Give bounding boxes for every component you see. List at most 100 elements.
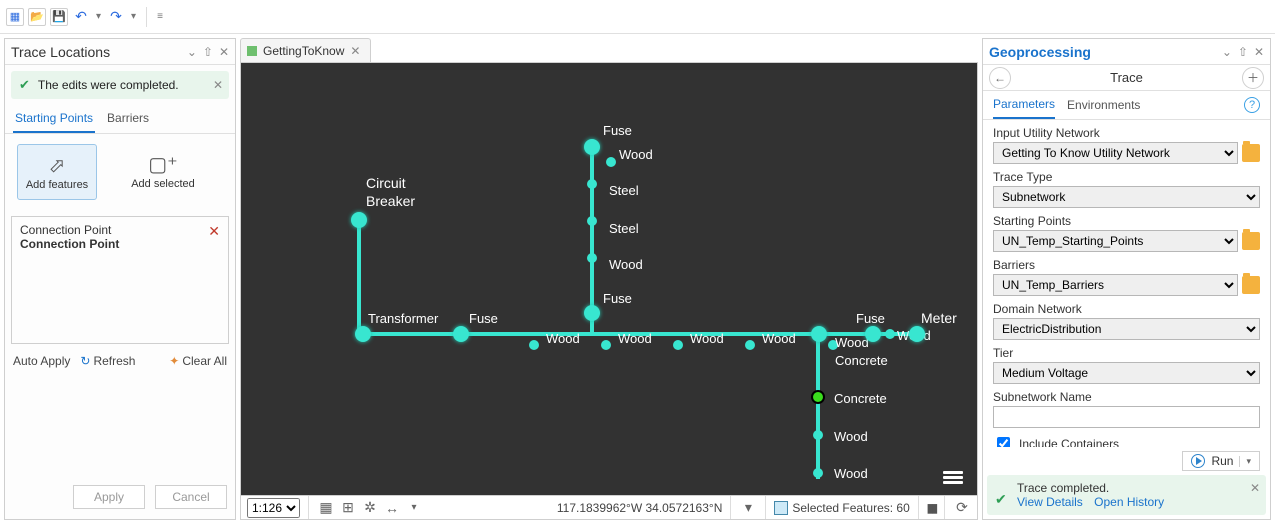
add-selected-button[interactable]: ▢⁺ Add selected bbox=[123, 144, 203, 198]
refresh-button[interactable]: ↻Refresh bbox=[80, 354, 135, 368]
snap-icon[interactable]: ▦ bbox=[317, 499, 335, 517]
map-tab[interactable]: GettingToKnow ✕ bbox=[240, 38, 371, 62]
auto-apply-toggle[interactable]: Auto Apply bbox=[13, 354, 70, 368]
redo-dropdown-icon[interactable]: ▾ bbox=[129, 11, 138, 22]
coordinates-display: 117.1839962°W 34.0572163°N bbox=[557, 501, 723, 515]
remove-item-icon[interactable]: ✕ bbox=[208, 223, 220, 240]
tab-starting-points[interactable]: Starting Points bbox=[13, 105, 95, 133]
quick-access-toolbar: ▦ 📂 💾 ↶ ▾ ↷ ▾ ≡ bbox=[0, 0, 1275, 34]
open-history-link[interactable]: Open History bbox=[1094, 495, 1164, 509]
cancel-button[interactable]: Cancel bbox=[155, 485, 227, 509]
chevron-down-icon[interactable]: ⌄ bbox=[187, 45, 197, 59]
label-barriers: Barriers bbox=[993, 258, 1260, 272]
pin-icon[interactable]: ⇧ bbox=[203, 45, 213, 59]
help-icon[interactable]: ? bbox=[1244, 97, 1260, 113]
basemap-icon[interactable] bbox=[943, 471, 963, 485]
wood-label: Wood bbox=[835, 335, 869, 350]
close-tab-icon[interactable]: ✕ bbox=[350, 44, 360, 58]
tab-parameters[interactable]: Parameters bbox=[993, 91, 1055, 119]
wood-label: Wood bbox=[546, 331, 580, 346]
label-starting-points: Starting Points bbox=[993, 214, 1260, 228]
input-utility-network-select[interactable]: Getting To Know Utility Network bbox=[993, 142, 1238, 164]
wood-label: Wood bbox=[762, 331, 796, 346]
more-icon[interactable]: ▾ bbox=[405, 499, 423, 517]
pane-title: Trace Locations bbox=[11, 44, 110, 60]
new-project-icon[interactable]: ▦ bbox=[6, 8, 24, 26]
starting-points-select[interactable]: UN_Temp_Starting_Points bbox=[993, 230, 1238, 252]
concrete-label: Concrete bbox=[835, 353, 888, 368]
run-dropdown-icon[interactable]: ▾ bbox=[1239, 456, 1251, 467]
redo-icon[interactable]: ↷ bbox=[107, 8, 125, 26]
view-details-link[interactable]: View Details bbox=[1017, 495, 1083, 509]
inference-icon[interactable]: ↔ bbox=[383, 499, 401, 517]
add-selected-icon: ▢⁺ bbox=[148, 152, 177, 174]
cursor-icon: ⬀ bbox=[49, 153, 66, 175]
close-icon[interactable]: ✕ bbox=[219, 45, 229, 59]
tab-barriers[interactable]: Barriers bbox=[105, 105, 151, 133]
add-features-label: Add features bbox=[26, 179, 88, 191]
include-containers-checkbox[interactable] bbox=[997, 437, 1010, 447]
starting-point-node[interactable] bbox=[811, 390, 825, 404]
wood-label: Wood bbox=[834, 466, 868, 481]
label-domain-network: Domain Network bbox=[993, 302, 1260, 316]
grid-icon[interactable]: ⊞ bbox=[339, 499, 357, 517]
item-type: Connection Point bbox=[20, 223, 119, 237]
result-banner: ✔ Trace completed. View Details Open His… bbox=[987, 475, 1266, 515]
pause-icon[interactable]: ▮▮ bbox=[927, 501, 936, 515]
fuse-label: Fuse bbox=[469, 311, 498, 326]
browse-folder-icon[interactable] bbox=[1242, 232, 1260, 250]
back-icon[interactable]: ← bbox=[989, 67, 1011, 89]
add-selected-label: Add selected bbox=[131, 178, 195, 190]
open-project-icon[interactable]: 📂 bbox=[28, 8, 46, 26]
steel-label: Steel bbox=[609, 183, 639, 198]
banner-close-icon[interactable]: ✕ bbox=[213, 78, 223, 92]
barriers-select[interactable]: UN_Temp_Barriers bbox=[993, 274, 1238, 296]
browse-folder-icon[interactable] bbox=[1242, 276, 1260, 294]
fuse-label: Fuse bbox=[856, 311, 885, 326]
browse-folder-icon[interactable] bbox=[1242, 144, 1260, 162]
fuse-label: Fuse bbox=[603, 291, 632, 306]
domain-network-select[interactable]: ElectricDistribution bbox=[993, 318, 1260, 340]
apply-button[interactable]: Apply bbox=[73, 485, 145, 509]
save-project-icon[interactable]: 💾 bbox=[50, 8, 68, 26]
banner-close-icon[interactable]: ✕ bbox=[1250, 481, 1260, 495]
separator bbox=[146, 7, 147, 27]
wood-label: Wood bbox=[690, 331, 724, 346]
tool-title: Trace bbox=[1110, 70, 1143, 85]
run-button[interactable]: Run ▾ bbox=[1182, 451, 1260, 471]
tier-select[interactable]: Medium Voltage bbox=[993, 362, 1260, 384]
play-icon bbox=[1191, 454, 1205, 468]
meter-label: Meter bbox=[921, 310, 957, 326]
customize-dropdown-icon[interactable]: ≡ bbox=[155, 11, 165, 22]
pin-icon[interactable]: ⇧ bbox=[1238, 45, 1248, 59]
wood-label: Wood bbox=[609, 257, 643, 272]
close-icon[interactable]: ✕ bbox=[1254, 45, 1264, 59]
tab-environments[interactable]: Environments bbox=[1067, 92, 1140, 118]
scale-select[interactable]: 1:126 bbox=[247, 498, 300, 518]
add-features-button[interactable]: ⬀ Add features bbox=[17, 144, 97, 200]
undo-dropdown-icon[interactable]: ▾ bbox=[94, 11, 103, 22]
add-tool-icon[interactable]: ＋ bbox=[1242, 67, 1264, 89]
map-view[interactable]: Fuse Wood Steel Steel Wood Fuse Circuit … bbox=[240, 62, 978, 496]
edits-completed-banner: ✔ The edits were completed. ✕ bbox=[11, 71, 229, 99]
clear-all-button[interactable]: ✦Clear All bbox=[169, 354, 227, 368]
label-input-utility-network: Input Utility Network bbox=[993, 126, 1260, 140]
pane-title: Geoprocessing bbox=[989, 44, 1091, 60]
clear-icon: ✦ bbox=[169, 354, 179, 368]
refresh-map-icon[interactable]: ⟳ bbox=[953, 499, 971, 517]
banner-text: The edits were completed. bbox=[38, 78, 179, 92]
trace-type-select[interactable]: Subnetwork bbox=[993, 186, 1260, 208]
selection-icon bbox=[774, 501, 788, 515]
selected-features[interactable]: Selected Features: 60 bbox=[765, 496, 909, 519]
list-item[interactable]: Connection Point Connection Point ✕ bbox=[12, 217, 228, 257]
correction-icon[interactable]: ✲ bbox=[361, 499, 379, 517]
subnetwork-name-input[interactable] bbox=[993, 406, 1260, 428]
include-containers-label: Include Containers bbox=[1019, 437, 1119, 448]
chevron-down-icon[interactable]: ⌄ bbox=[1222, 45, 1232, 59]
label-trace-type: Trace Type bbox=[993, 170, 1260, 184]
starting-points-list: Connection Point Connection Point ✕ bbox=[11, 216, 229, 344]
undo-icon[interactable]: ↶ bbox=[72, 8, 90, 26]
fuse-label: Fuse bbox=[603, 123, 632, 138]
label-tier: Tier bbox=[993, 346, 1260, 360]
coord-dropdown-icon[interactable]: ▾ bbox=[739, 499, 757, 517]
